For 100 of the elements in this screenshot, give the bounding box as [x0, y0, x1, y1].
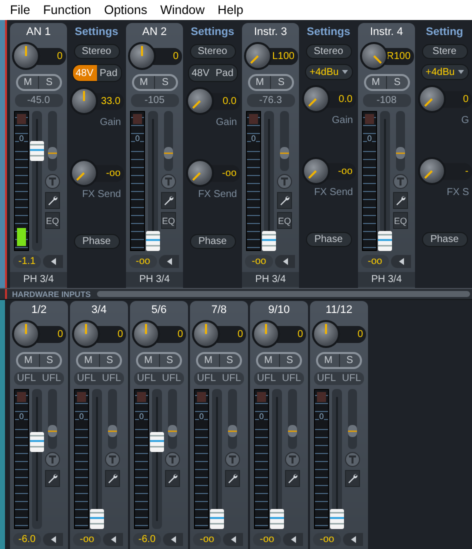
trim-slider[interactable]: [288, 389, 297, 449]
eq-tab[interactable]: EQ: [161, 212, 176, 229]
trim-slider[interactable]: [48, 389, 57, 449]
stereo-button[interactable]: Stere: [422, 44, 468, 59]
solo-button[interactable]: S: [386, 76, 408, 89]
solo-button[interactable]: S: [38, 354, 60, 367]
menu-item[interactable]: Options: [104, 3, 148, 17]
expand-button[interactable]: [163, 533, 183, 546]
mute-button[interactable]: M: [318, 354, 338, 367]
stereo-button[interactable]: Stereo: [306, 44, 352, 59]
expand-button[interactable]: [391, 255, 411, 268]
settings-tab[interactable]: [225, 470, 240, 487]
gain-knob[interactable]: [418, 85, 446, 113]
pan-knob[interactable]: [12, 320, 40, 348]
expand-button[interactable]: [275, 255, 295, 268]
expand-button[interactable]: [103, 533, 123, 546]
pan-knob[interactable]: [192, 320, 220, 348]
settings-tab[interactable]: [45, 470, 60, 487]
phase-button[interactable]: Phase: [306, 232, 352, 247]
settings-tab[interactable]: [105, 470, 120, 487]
phase-button[interactable]: Phase: [74, 234, 120, 249]
expand-button[interactable]: [343, 533, 363, 546]
volume-fader[interactable]: [264, 111, 274, 251]
mute-button[interactable]: M: [78, 354, 98, 367]
mute-button[interactable]: M: [18, 354, 38, 367]
level-dropdown[interactable]: +4dBu: [304, 64, 352, 80]
mute-button[interactable]: M: [258, 354, 278, 367]
mute-button[interactable]: M: [366, 76, 386, 89]
settings-tab[interactable]: [345, 470, 360, 487]
gain-knob[interactable]: [70, 87, 98, 115]
menu-item[interactable]: Window: [160, 3, 205, 17]
mute-button[interactable]: M: [250, 76, 270, 89]
phantom-power-button[interactable]: 48V: [188, 65, 212, 81]
pan-knob[interactable]: [312, 320, 340, 348]
expand-button[interactable]: [223, 533, 243, 546]
menu-item[interactable]: File: [10, 3, 30, 17]
trim-slider[interactable]: [164, 111, 173, 171]
mute-button[interactable]: M: [18, 76, 38, 89]
volume-fader[interactable]: [32, 389, 42, 529]
mute-button[interactable]: M: [198, 354, 218, 367]
settings-tab[interactable]: [45, 192, 60, 209]
settings-tab[interactable]: [285, 470, 300, 487]
solo-button[interactable]: S: [278, 354, 300, 367]
solo-button[interactable]: S: [98, 354, 120, 367]
menu-item[interactable]: Help: [218, 3, 244, 17]
solo-button[interactable]: S: [38, 76, 60, 89]
mute-button[interactable]: M: [134, 76, 154, 89]
expand-button[interactable]: [43, 533, 63, 546]
trim-slider[interactable]: [228, 389, 237, 449]
eq-tab[interactable]: EQ: [45, 212, 60, 229]
level-dropdown[interactable]: +4dBu: [420, 64, 468, 80]
expand-button[interactable]: [283, 533, 303, 546]
pan-knob[interactable]: [12, 42, 40, 70]
settings-tab[interactable]: [393, 192, 408, 209]
fx-send-knob[interactable]: [418, 157, 446, 185]
stereo-button[interactable]: Stereo: [190, 44, 236, 59]
settings-tab[interactable]: [165, 470, 180, 487]
trim-slider[interactable]: [168, 389, 177, 449]
solo-button[interactable]: S: [218, 354, 240, 367]
settings-tab[interactable]: [277, 192, 292, 209]
gain-knob[interactable]: [302, 85, 330, 113]
solo-button[interactable]: S: [270, 76, 292, 89]
solo-button[interactable]: S: [154, 76, 176, 89]
mute-button[interactable]: M: [138, 354, 158, 367]
trim-slider[interactable]: [48, 111, 57, 171]
solo-button[interactable]: S: [158, 354, 180, 367]
expand-button[interactable]: [159, 255, 179, 268]
fx-send-knob[interactable]: [302, 157, 330, 185]
volume-fader[interactable]: [92, 389, 102, 529]
phase-button[interactable]: Phase: [422, 232, 468, 247]
eq-tab[interactable]: EQ: [393, 212, 408, 229]
volume-fader[interactable]: [380, 111, 390, 251]
trim-slider[interactable]: [280, 111, 289, 171]
pan-knob[interactable]: [72, 320, 100, 348]
volume-fader[interactable]: [152, 389, 162, 529]
volume-fader[interactable]: [272, 389, 282, 529]
trim-slider[interactable]: [108, 389, 117, 449]
pad-button[interactable]: Pad: [96, 65, 120, 81]
trim-slider[interactable]: [396, 111, 405, 171]
fx-send-knob[interactable]: [186, 159, 214, 187]
trim-slider[interactable]: [348, 389, 357, 449]
pan-knob[interactable]: [132, 320, 160, 348]
fx-send-knob[interactable]: [70, 159, 98, 187]
pan-knob[interactable]: [244, 42, 272, 70]
volume-fader[interactable]: [332, 389, 342, 529]
pad-button[interactable]: Pad: [212, 65, 236, 81]
scrollbar[interactable]: [96, 291, 470, 297]
pan-knob[interactable]: [128, 42, 156, 70]
volume-fader[interactable]: [32, 111, 42, 251]
pan-knob[interactable]: [252, 320, 280, 348]
settings-tab[interactable]: [161, 192, 176, 209]
pan-knob[interactable]: [360, 42, 388, 70]
gain-knob[interactable]: [186, 87, 214, 115]
eq-tab[interactable]: EQ: [277, 212, 292, 229]
expand-button[interactable]: [43, 255, 63, 268]
volume-fader[interactable]: [148, 111, 158, 251]
volume-fader[interactable]: [212, 389, 222, 529]
phase-button[interactable]: Phase: [190, 234, 236, 249]
stereo-button[interactable]: Stereo: [74, 44, 120, 59]
menu-item[interactable]: Function: [43, 3, 92, 17]
